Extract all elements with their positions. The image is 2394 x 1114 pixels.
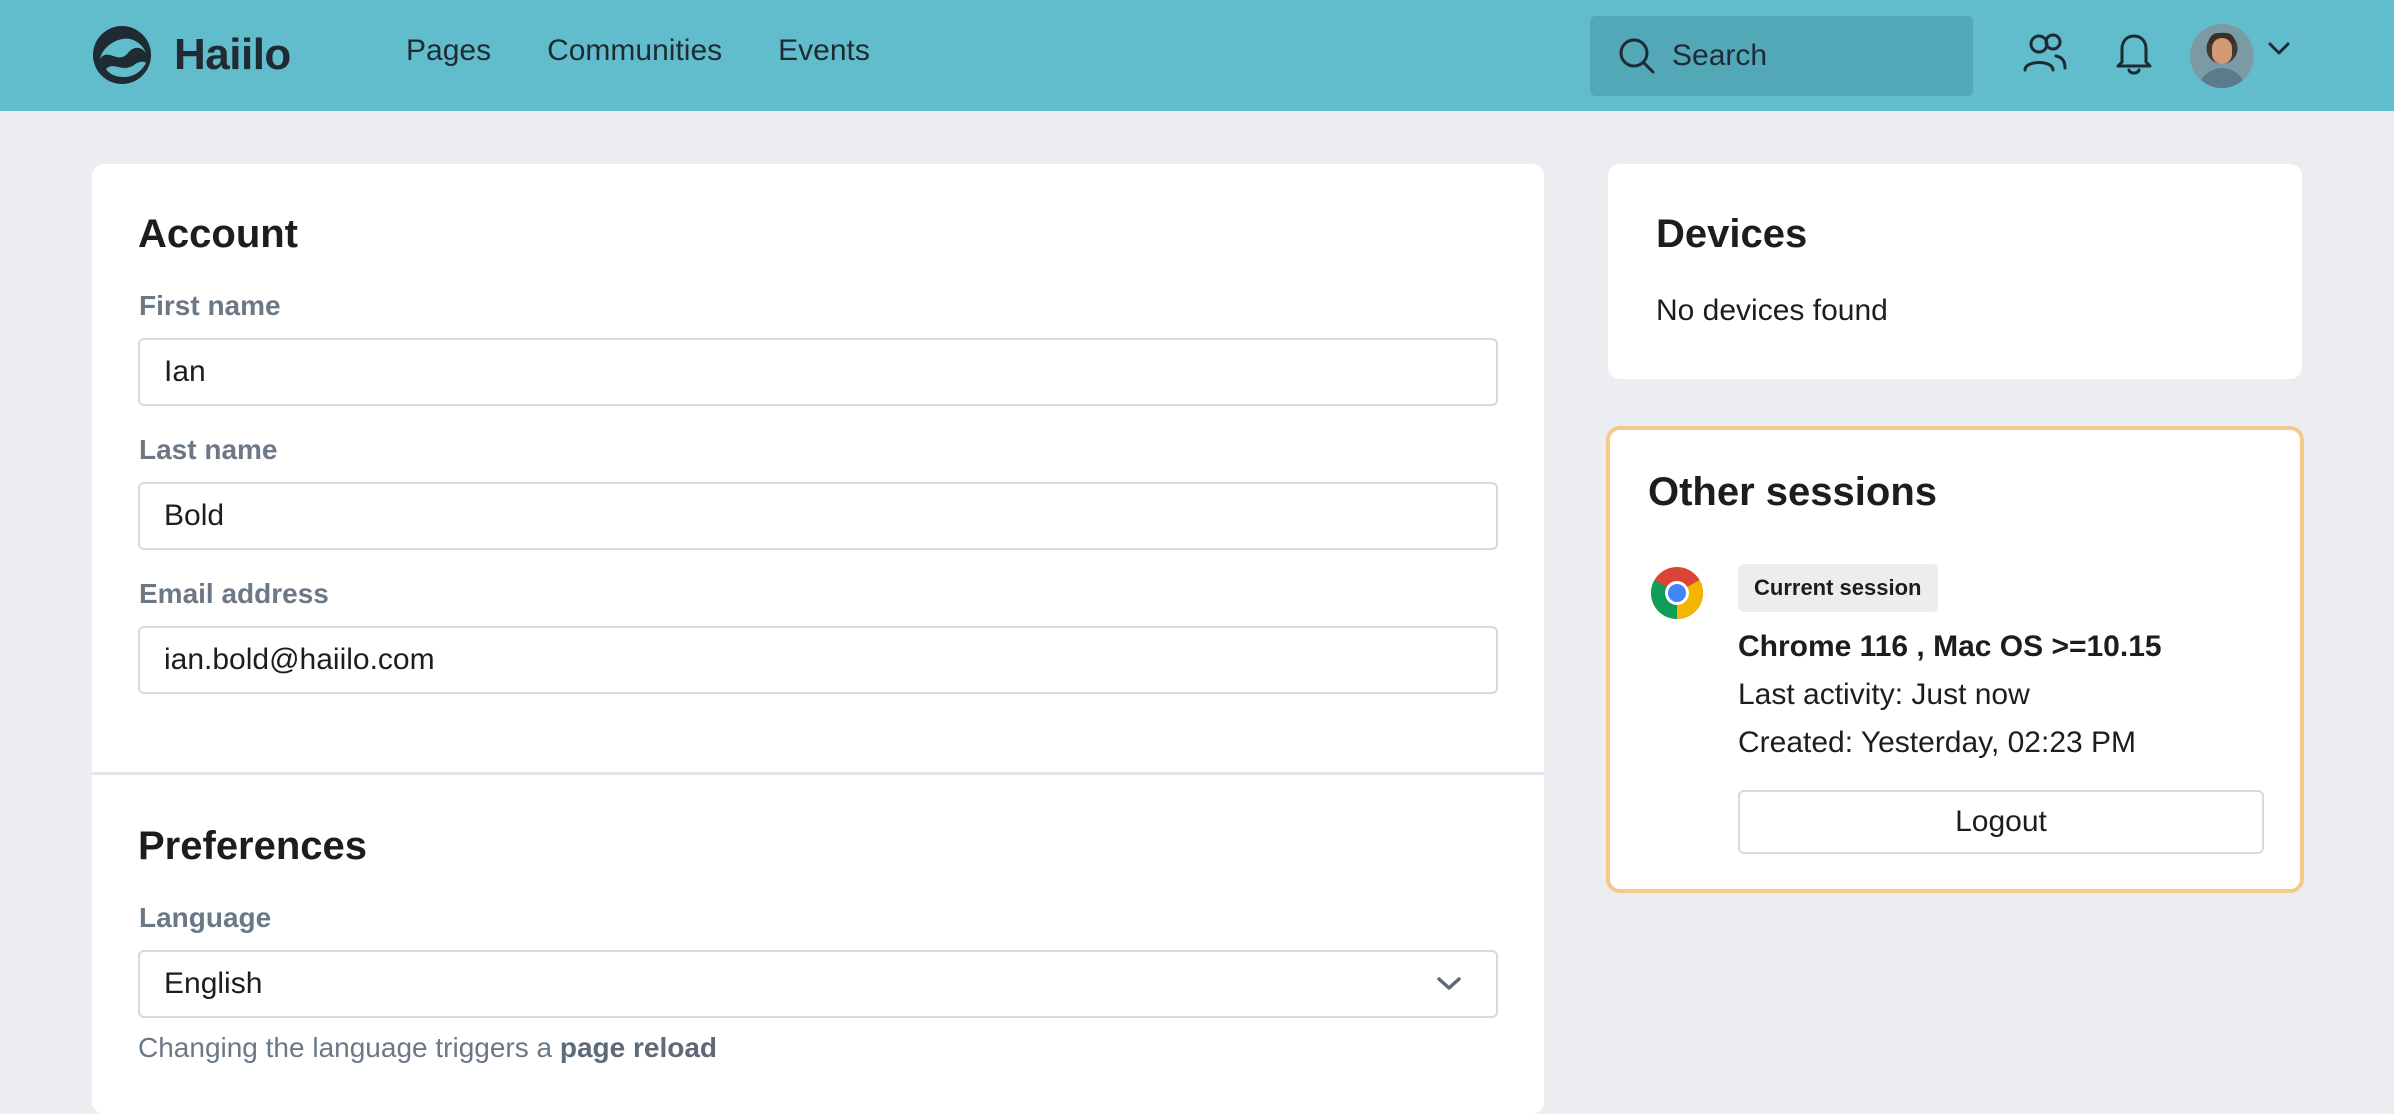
main-nav: Pages Communities Events [406, 34, 870, 68]
language-hint: Changing the language triggers a page re… [138, 1032, 717, 1064]
devices-title: Devices [1656, 212, 1808, 256]
search-icon [1619, 38, 1655, 74]
sessions-card: Other sessions Current session Chrome 11… [1606, 426, 2304, 893]
language-label: Language [139, 902, 272, 933]
chrome-icon [1651, 567, 1703, 619]
hint-text: Changing the language triggers a [138, 1032, 560, 1063]
nav-pages[interactable]: Pages [406, 34, 491, 68]
devices-card: Devices No devices found [1608, 164, 2302, 379]
session-browser: Chrome 116 , Mac OS >=10.15 [1738, 630, 2162, 663]
email-field[interactable] [138, 626, 1498, 694]
first-name-field[interactable] [138, 338, 1498, 406]
devices-empty-text: No devices found [1656, 294, 1888, 327]
language-value: English [164, 967, 263, 1000]
section-divider [92, 772, 1544, 775]
current-session-badge: Current session [1738, 564, 1938, 612]
hint-bold-text: page reload [559, 1032, 718, 1063]
people-icon[interactable] [2022, 32, 2068, 74]
account-title: Account [138, 212, 298, 256]
preferences-title: Preferences [138, 824, 368, 868]
email-label: Email address [139, 578, 329, 609]
user-avatar[interactable] [2190, 24, 2254, 88]
language-select[interactable]: English [138, 950, 1498, 1018]
bell-icon[interactable] [2114, 30, 2154, 76]
brand-logo[interactable]: Haiilo [92, 25, 291, 85]
chevron-down-icon[interactable] [2268, 42, 2290, 56]
sessions-title: Other sessions [1648, 470, 1938, 514]
last-name-label: Last name [139, 434, 278, 465]
haiilo-logo-icon [93, 26, 151, 84]
session-last-activity: Last activity: Just now [1738, 678, 2030, 711]
top-bar: Haiilo Pages Communities Events [0, 0, 2394, 111]
first-name-input[interactable] [164, 355, 1496, 389]
logout-button[interactable]: Logout [1738, 790, 2264, 854]
last-name-field[interactable] [138, 482, 1498, 550]
chevron-down-icon [1437, 977, 1461, 990]
email-input[interactable] [164, 643, 1496, 677]
brand-name: Haiilo [174, 30, 291, 79]
search-box[interactable] [1590, 16, 1973, 96]
nav-events[interactable]: Events [778, 34, 870, 68]
account-card: Account First name Last name Email addre… [92, 164, 1544, 1114]
session-created: Created: Yesterday, 02:23 PM [1738, 726, 2137, 759]
nav-communities[interactable]: Communities [547, 34, 722, 68]
search-input[interactable] [1672, 39, 1952, 73]
first-name-label: First name [139, 290, 281, 321]
last-name-input[interactable] [164, 499, 1496, 533]
